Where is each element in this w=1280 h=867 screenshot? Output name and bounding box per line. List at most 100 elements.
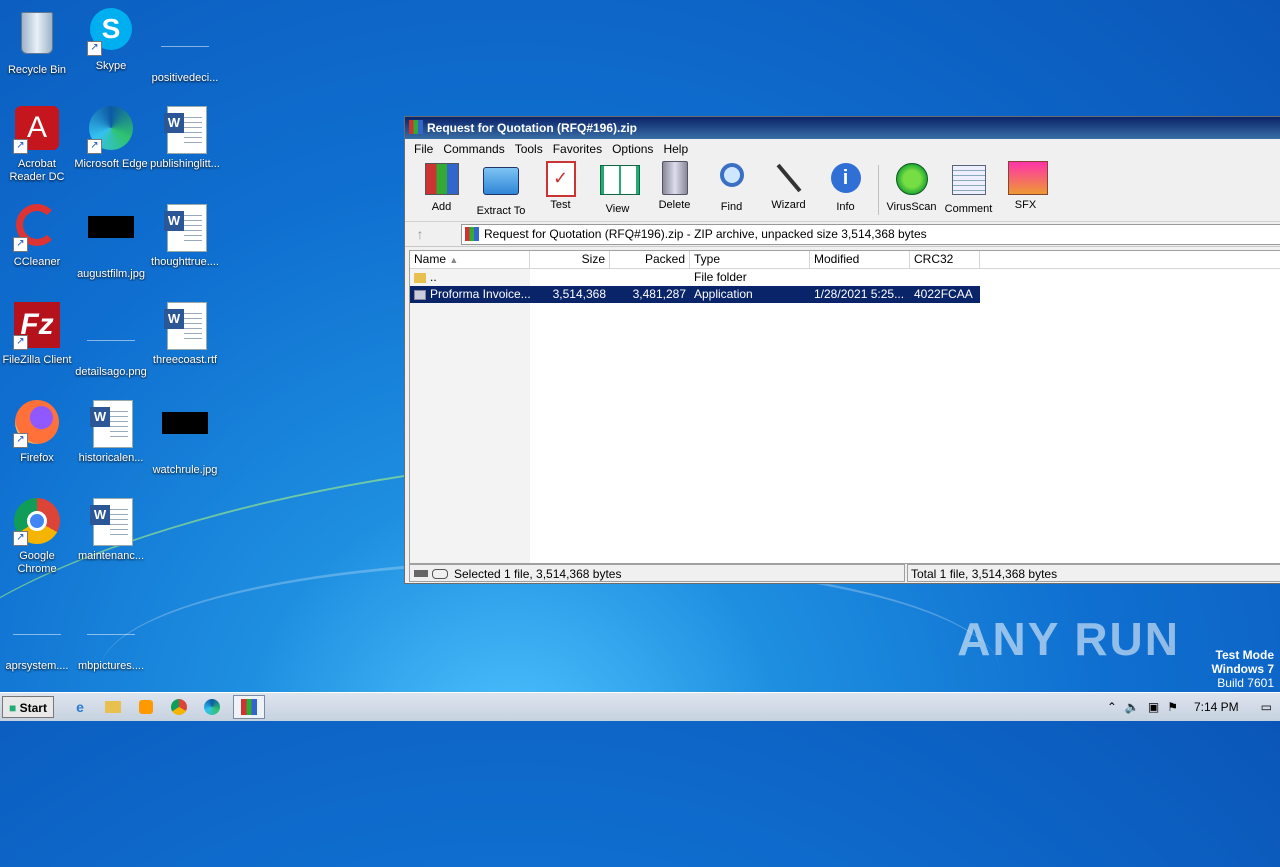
add-button[interactable]: Add <box>413 159 470 213</box>
comment-label: Comment <box>944 203 993 215</box>
info-button[interactable]: i Info <box>817 159 874 213</box>
image-file-icon <box>87 216 135 264</box>
status-bar: Selected 1 file, 3,514,368 bytes Total 1… <box>409 564 1280 582</box>
desktop-icon-augustfilm[interactable]: augustfilm.jpg <box>74 204 148 281</box>
desktop-icon-acrobat[interactable]: A ↗ Acrobat Reader DC <box>0 106 74 184</box>
up-arrow-icon[interactable]: ↑ <box>405 226 435 242</box>
desktop-icon-thoughttrue[interactable]: W thoughttrue.... <box>148 204 222 269</box>
desktop-icon-publishinglitt[interactable]: W publishinglitt... <box>148 106 222 171</box>
show-desktop-icon[interactable]: ▭ <box>1261 700 1272 714</box>
cell-modified <box>810 269 910 286</box>
toolbar-separator <box>878 165 879 215</box>
virusscan-button[interactable]: VirusScan <box>883 159 940 213</box>
extract-to-button[interactable]: Extract To <box>470 159 532 217</box>
extract-to-label: Extract To <box>476 205 526 217</box>
table-row[interactable]: .. File folder <box>410 269 980 286</box>
volume-icon[interactable]: 🔈 <box>1125 700 1140 714</box>
filezilla-icon: Fz ↗ <box>13 302 61 350</box>
delete-button[interactable]: Delete <box>646 159 703 211</box>
column-packed[interactable]: Packed <box>610 251 690 268</box>
desktop-icon-label: aprsystem.... <box>5 660 69 672</box>
desktop-icon-chrome[interactable]: ↗ Google Chrome <box>0 498 74 576</box>
test-button[interactable]: ✓ Test <box>532 159 589 211</box>
desktop-icon-skype[interactable]: S ↗ Skype <box>74 8 148 73</box>
explorer-folder-icon[interactable] <box>101 696 125 718</box>
desktop-icon-label: mbpictures.... <box>77 660 145 672</box>
comment-button[interactable]: Comment <box>940 159 997 215</box>
start-button[interactable]: ■ Start <box>2 696 54 718</box>
media-player-icon[interactable] <box>134 696 158 718</box>
cell-size: 3,514,368 <box>552 287 606 301</box>
sfx-button[interactable]: SFX <box>997 159 1054 211</box>
column-modified[interactable]: Modified <box>810 251 910 268</box>
desktop-icon-historicalen[interactable]: W historicalen... <box>74 400 148 465</box>
desktop-icon-threecoast[interactable]: W threecoast.rtf <box>148 302 222 367</box>
info-label: Info <box>836 201 855 213</box>
test-mode-notice: Test Mode Windows 7 Build 7601 <box>1211 648 1274 690</box>
wizard-button[interactable]: Wizard <box>760 159 817 211</box>
windows-logo-icon: ■ <box>9 701 17 715</box>
show-hidden-icons[interactable]: ⌃ <box>1107 700 1117 714</box>
internet-explorer-icon[interactable]: e <box>68 696 92 718</box>
desktop-icon-mbpictures[interactable]: mbpictures.... <box>74 596 148 673</box>
action-center-flag-icon[interactable]: ⚑ <box>1167 700 1178 714</box>
firefox-icon: ↗ <box>13 400 61 448</box>
winrar-taskbar-icon[interactable] <box>233 695 265 719</box>
desktop-icon-label: Recycle Bin <box>7 64 67 76</box>
comment-icon <box>951 165 987 199</box>
winrar-window[interactable]: Request for Quotation (RFQ#196).zip File… <box>404 116 1280 584</box>
desktop-icon-maintenanc[interactable]: W maintenanc... <box>74 498 148 563</box>
image-file-icon <box>161 412 209 460</box>
menu-commands[interactable]: Commands <box>438 142 509 156</box>
desktop-icon-detailsago[interactable]: detailsago.png <box>74 302 148 379</box>
desktop-icon-watchrule[interactable]: watchrule.jpg <box>148 400 222 477</box>
desktop-icon-label: historicalen... <box>78 452 144 464</box>
system-tray: ⌃ 🔈 ▣ ⚑ 7:14 PM ▭ <box>1107 693 1280 721</box>
desktop-icon-firefox[interactable]: ↗ Firefox <box>0 400 74 465</box>
word-doc-icon: W <box>87 400 135 448</box>
desktop-icon-label: positivedeci... <box>151 72 219 84</box>
winrar-app-icon <box>409 120 423 134</box>
drive-icon <box>414 570 428 577</box>
view-button[interactable]: View <box>589 159 646 215</box>
archive-path-field[interactable]: Request for Quotation (RFQ#196).zip - ZI… <box>461 224 1280 245</box>
column-header: Name ▲ Size Packed Type Modified CRC32 <box>410 251 1280 269</box>
find-button[interactable]: Find <box>703 159 760 213</box>
desktop-icon-positivedeci[interactable]: positivedeci... <box>148 8 222 85</box>
menu-tools[interactable]: Tools <box>510 142 548 156</box>
file-list[interactable]: Name ▲ Size Packed Type Modified CRC32 .… <box>409 250 1280 564</box>
desktop-icon-filezilla[interactable]: Fz ↗ FileZilla Client <box>0 302 74 367</box>
menu-favorites[interactable]: Favorites <box>548 142 607 156</box>
desktop-icon-label: maintenanc... <box>77 550 145 562</box>
chrome-icon[interactable] <box>167 696 191 718</box>
edge-icon[interactable] <box>200 696 224 718</box>
recycle-bin-icon <box>13 12 61 60</box>
menu-options[interactable]: Options <box>607 142 658 156</box>
cell-type: File folder <box>694 270 747 284</box>
file-icon <box>13 608 61 656</box>
table-row-selected[interactable]: Proforma Invoice.... 3,514,368 3,481,287… <box>410 286 980 303</box>
menu-file[interactable]: File <box>409 142 438 156</box>
cell-name: Proforma Invoice.... <box>410 286 530 303</box>
column-name[interactable]: Name ▲ <box>410 251 530 268</box>
desktop-icon-label: augustfilm.jpg <box>77 268 145 280</box>
file-icon <box>161 20 209 68</box>
desktop-icon-edge[interactable]: ↗ Microsoft Edge <box>74 106 148 171</box>
column-crc32[interactable]: CRC32 <box>910 251 980 268</box>
application-icon <box>414 289 426 300</box>
column-size[interactable]: Size <box>530 251 610 268</box>
network-icon[interactable]: ▣ <box>1148 700 1159 714</box>
desktop-icon-ccleaner[interactable]: ↗ CCleaner <box>0 204 74 269</box>
column-type[interactable]: Type <box>690 251 810 268</box>
word-doc-icon: W <box>161 106 209 154</box>
acrobat-icon: A ↗ <box>13 106 61 154</box>
desktop-icon-label: Skype <box>95 60 127 72</box>
desktop-icon-recycle-bin[interactable]: Recycle Bin <box>0 8 74 77</box>
clock[interactable]: 7:14 PM <box>1194 700 1239 714</box>
menu-help[interactable]: Help <box>658 142 693 156</box>
cell-size <box>530 269 610 286</box>
wallpaper-swoosh <box>100 560 1000 783</box>
desktop-icon-aprsystem[interactable]: aprsystem.... <box>0 596 74 673</box>
desktop-icon-label: threecoast.rtf <box>152 354 218 366</box>
title-bar[interactable]: Request for Quotation (RFQ#196).zip <box>405 117 1280 139</box>
